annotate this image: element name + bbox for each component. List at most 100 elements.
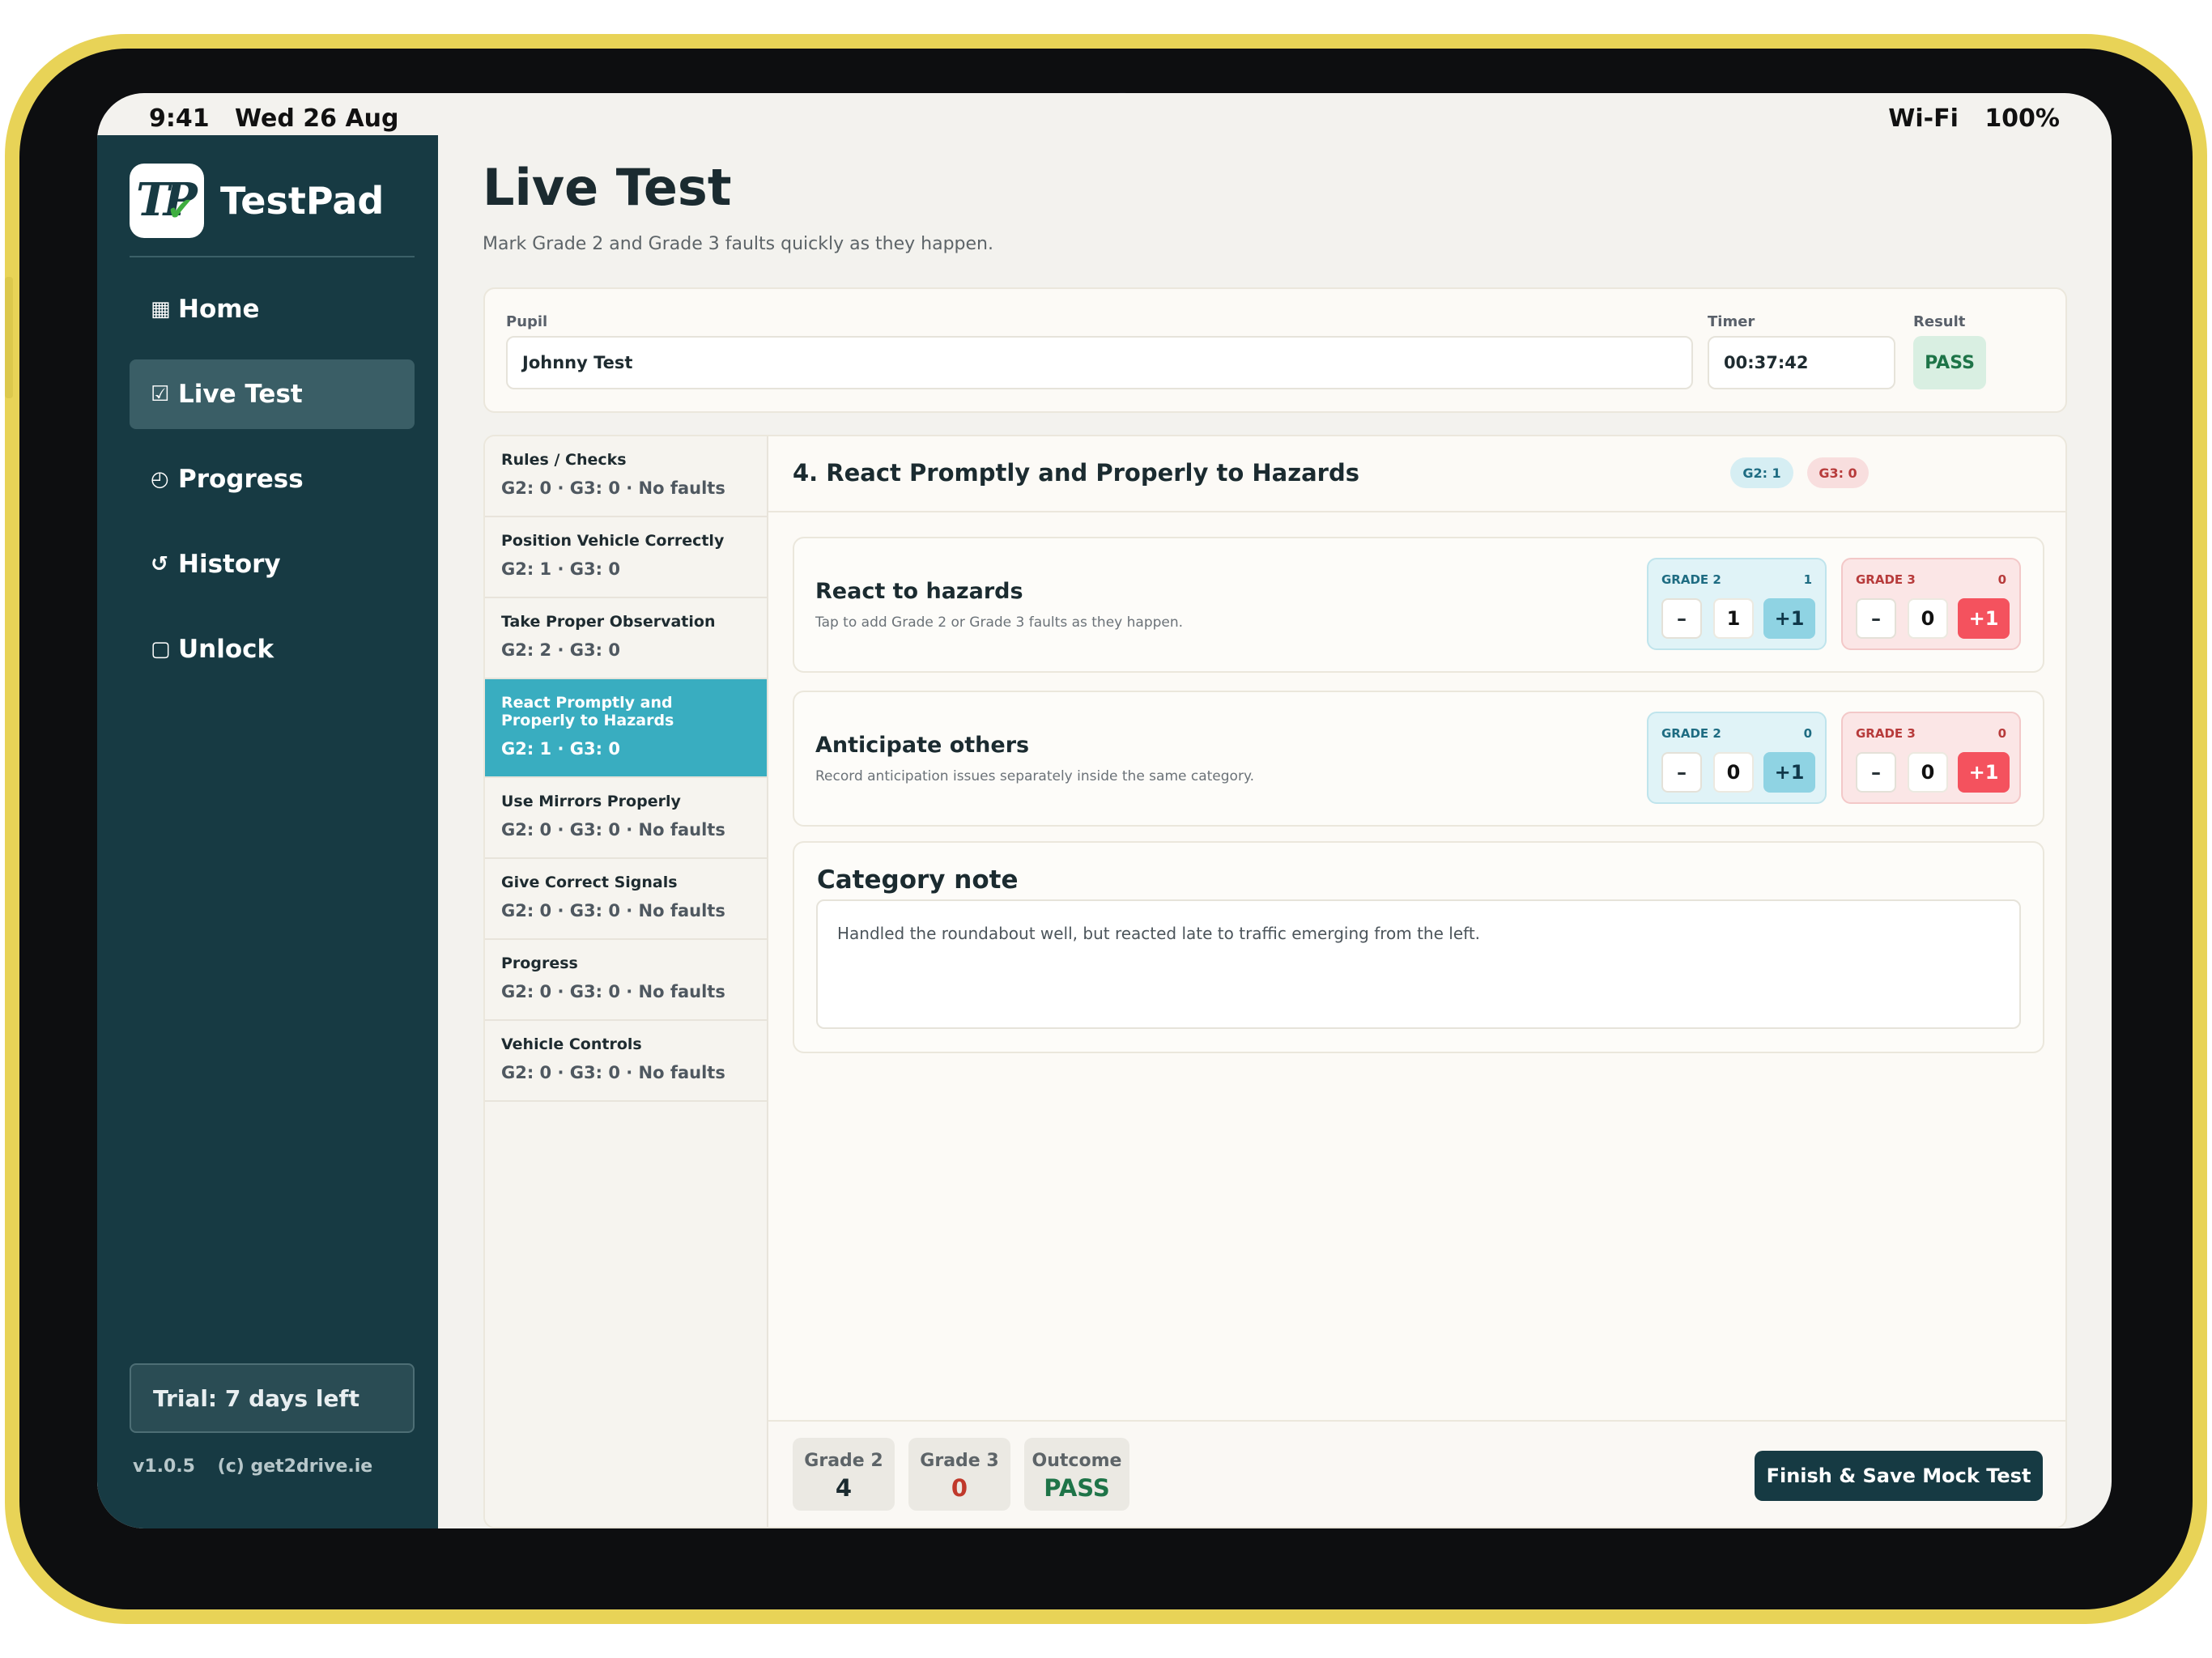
main-content: Live Test Mark Grade 2 and Grade 3 fault… — [438, 135, 2112, 1528]
category-item[interactable]: Position Vehicle Correctly G2: 1 · G3: 0 — [485, 517, 767, 598]
grade3-counter: GRADE 3 0 – 0 +1 — [1841, 558, 2021, 650]
wifi-status: Wi-Fi — [1888, 104, 1959, 133]
grade2-total: Grade 2 4 — [793, 1438, 895, 1511]
fault-description: Record anticipation issues separately in… — [815, 768, 1254, 784]
status-time: 9:41 — [149, 104, 210, 133]
grade2-counter: GRADE 2 1 – 1 +1 — [1647, 558, 1827, 650]
nav-item-history[interactable]: ↺ History — [130, 529, 415, 599]
nav-label: History — [178, 550, 281, 579]
nav-item-unlock[interactable]: ▢ Unlock — [130, 614, 415, 684]
outcome-total: Outcome PASS — [1024, 1438, 1129, 1511]
grade2-label: GRADE 2 — [1661, 572, 1721, 587]
battery-status: 100% — [1984, 104, 2060, 133]
category-name: Give Correct Signals — [501, 874, 678, 891]
category-header: 4. React Promptly and Properly to Hazard… — [768, 436, 2065, 512]
grade2-value: 1 — [1713, 598, 1754, 639]
clock-icon: ◴ — [151, 467, 169, 491]
category-name: React Promptly and Properly to Hazards — [501, 694, 674, 729]
grade2-minus-button[interactable]: – — [1661, 752, 1702, 793]
category-name: Use Mirrors Properly — [501, 793, 681, 810]
nav-label: Live Test — [178, 380, 303, 409]
category-stat: G2: 0 · G3: 0 · No faults — [501, 478, 725, 498]
outcome-value: PASS — [1044, 1474, 1110, 1502]
category-name: Vehicle Controls — [501, 1035, 642, 1053]
category-name: Progress — [501, 954, 578, 972]
nav-item-home[interactable]: ▦ Home — [130, 274, 415, 344]
category-title: 4. React Promptly and Properly to Hazard… — [793, 459, 1359, 487]
result-badge: PASS — [1913, 336, 1986, 389]
category-stat: G2: 0 · G3: 0 · No faults — [501, 982, 725, 1001]
category-note-card: Category note Handled the roundabout wel… — [793, 841, 2044, 1053]
grade3-minus-button[interactable]: – — [1856, 752, 1896, 793]
category-item[interactable]: Rules / Checks G2: 0 · G3: 0 · No faults — [485, 436, 767, 517]
timer-field: 00:37:42 — [1708, 336, 1895, 389]
category-stat: G2: 2 · G3: 0 — [501, 640, 620, 660]
grade3-total: Grade 3 0 — [908, 1438, 1010, 1511]
category-list: Rules / Checks G2: 0 · G3: 0 · No faults… — [485, 436, 768, 1527]
grade2-counter: GRADE 2 0 – 0 +1 — [1647, 712, 1827, 804]
page-subtitle: Mark Grade 2 and Grade 3 faults quickly … — [483, 234, 993, 254]
grade3-minus-button[interactable]: – — [1856, 598, 1896, 639]
category-name: Position Vehicle Correctly — [501, 532, 725, 550]
square-icon: ▢ — [151, 637, 171, 661]
nav-item-progress[interactable]: ◴ Progress — [130, 444, 415, 514]
brand-name: TestPad — [220, 179, 385, 223]
grade2-count: 1 — [1803, 572, 1812, 587]
grade2-count: 0 — [1803, 726, 1812, 741]
divider — [130, 256, 415, 257]
grade2-value: 0 — [1713, 752, 1754, 793]
category-item[interactable]: Take Proper Observation G2: 2 · G3: 0 — [485, 598, 767, 679]
grade2-label: GRADE 2 — [1661, 726, 1721, 741]
category-stat: G2: 1 · G3: 0 — [501, 739, 620, 759]
nav-label: Progress — [178, 465, 304, 494]
nav-label: Unlock — [178, 635, 274, 664]
checkbox-icon: ☑ — [151, 382, 170, 406]
version-info: v1.0.5 (c) get2drive.ie — [133, 1456, 389, 1477]
home-grid-icon: ▦ — [151, 297, 171, 321]
category-item[interactable]: Vehicle Controls G2: 0 · G3: 0 · No faul… — [485, 1021, 767, 1102]
outcome-label: Outcome — [1032, 1451, 1122, 1471]
grade2-minus-button[interactable]: – — [1661, 598, 1702, 639]
version-number: v1.0.5 — [133, 1456, 195, 1477]
grade3-plus-button[interactable]: +1 — [1958, 752, 2010, 793]
grade3-count: 0 — [1997, 726, 2006, 741]
copyright: (c) get2drive.ie — [217, 1456, 373, 1477]
nav-menu: ▦ Home ☑ Live Test ◴ Progress ↺ History … — [130, 274, 415, 699]
category-item[interactable]: Give Correct Signals G2: 0 · G3: 0 · No … — [485, 859, 767, 940]
category-item-active[interactable]: React Promptly and Properly to Hazards G… — [485, 679, 767, 778]
logo-icon: TP ✔ — [130, 164, 204, 238]
grade3-pill: G3: 0 — [1807, 457, 1869, 488]
grade2-total-value: 4 — [835, 1474, 853, 1502]
fault-title: Anticipate others — [815, 733, 1030, 758]
pupil-input[interactable]: Johnny Test — [506, 336, 1693, 389]
category-name: Rules / Checks — [501, 451, 627, 469]
category-note-textarea[interactable]: Handled the roundabout well, but reacted… — [816, 899, 2021, 1029]
category-stat: G2: 0 · G3: 0 · No faults — [501, 1063, 725, 1082]
test-panel: Rules / Checks G2: 0 · G3: 0 · No faults… — [483, 435, 2067, 1528]
history-icon: ↺ — [151, 552, 168, 576]
power-button — [5, 277, 13, 398]
grade3-plus-button[interactable]: +1 — [1958, 598, 2010, 639]
category-item[interactable]: Use Mirrors Properly G2: 0 · G3: 0 · No … — [485, 778, 767, 859]
fault-card-anticipate-others: Anticipate others Record anticipation is… — [793, 691, 2044, 827]
screen: 9:41 Wed 26 Aug Wi-Fi 100% TP ✔ TestPad … — [97, 93, 2112, 1528]
grade3-counter: GRADE 3 0 – 0 +1 — [1841, 712, 2021, 804]
pupil-label: Pupil — [506, 313, 548, 330]
brand: TP ✔ TestPad — [130, 164, 384, 238]
note-title: Category note — [817, 865, 1019, 895]
grade3-total-value: 0 — [951, 1474, 968, 1502]
category-name: Take Proper Observation — [501, 613, 716, 631]
grade3-value: 0 — [1908, 752, 1948, 793]
grade3-count: 0 — [1997, 572, 2006, 587]
finish-save-button[interactable]: Finish & Save Mock Test — [1755, 1451, 2043, 1501]
grade2-pill: G2: 1 — [1730, 457, 1793, 488]
summary-footer: Grade 2 4 Grade 3 0 Outcome PASS Finish … — [768, 1420, 2065, 1527]
category-stat: G2: 1 · G3: 0 — [501, 559, 620, 579]
fault-title: React to hazards — [815, 579, 1023, 604]
category-item[interactable]: Progress G2: 0 · G3: 0 · No faults — [485, 940, 767, 1021]
grade2-plus-button[interactable]: +1 — [1763, 598, 1815, 639]
grade2-plus-button[interactable]: +1 — [1763, 752, 1815, 793]
grade3-label: GRADE 3 — [1856, 572, 1916, 587]
nav-item-live-test[interactable]: ☑ Live Test — [130, 359, 415, 429]
trial-button[interactable]: Trial: 7 days left — [130, 1363, 415, 1433]
